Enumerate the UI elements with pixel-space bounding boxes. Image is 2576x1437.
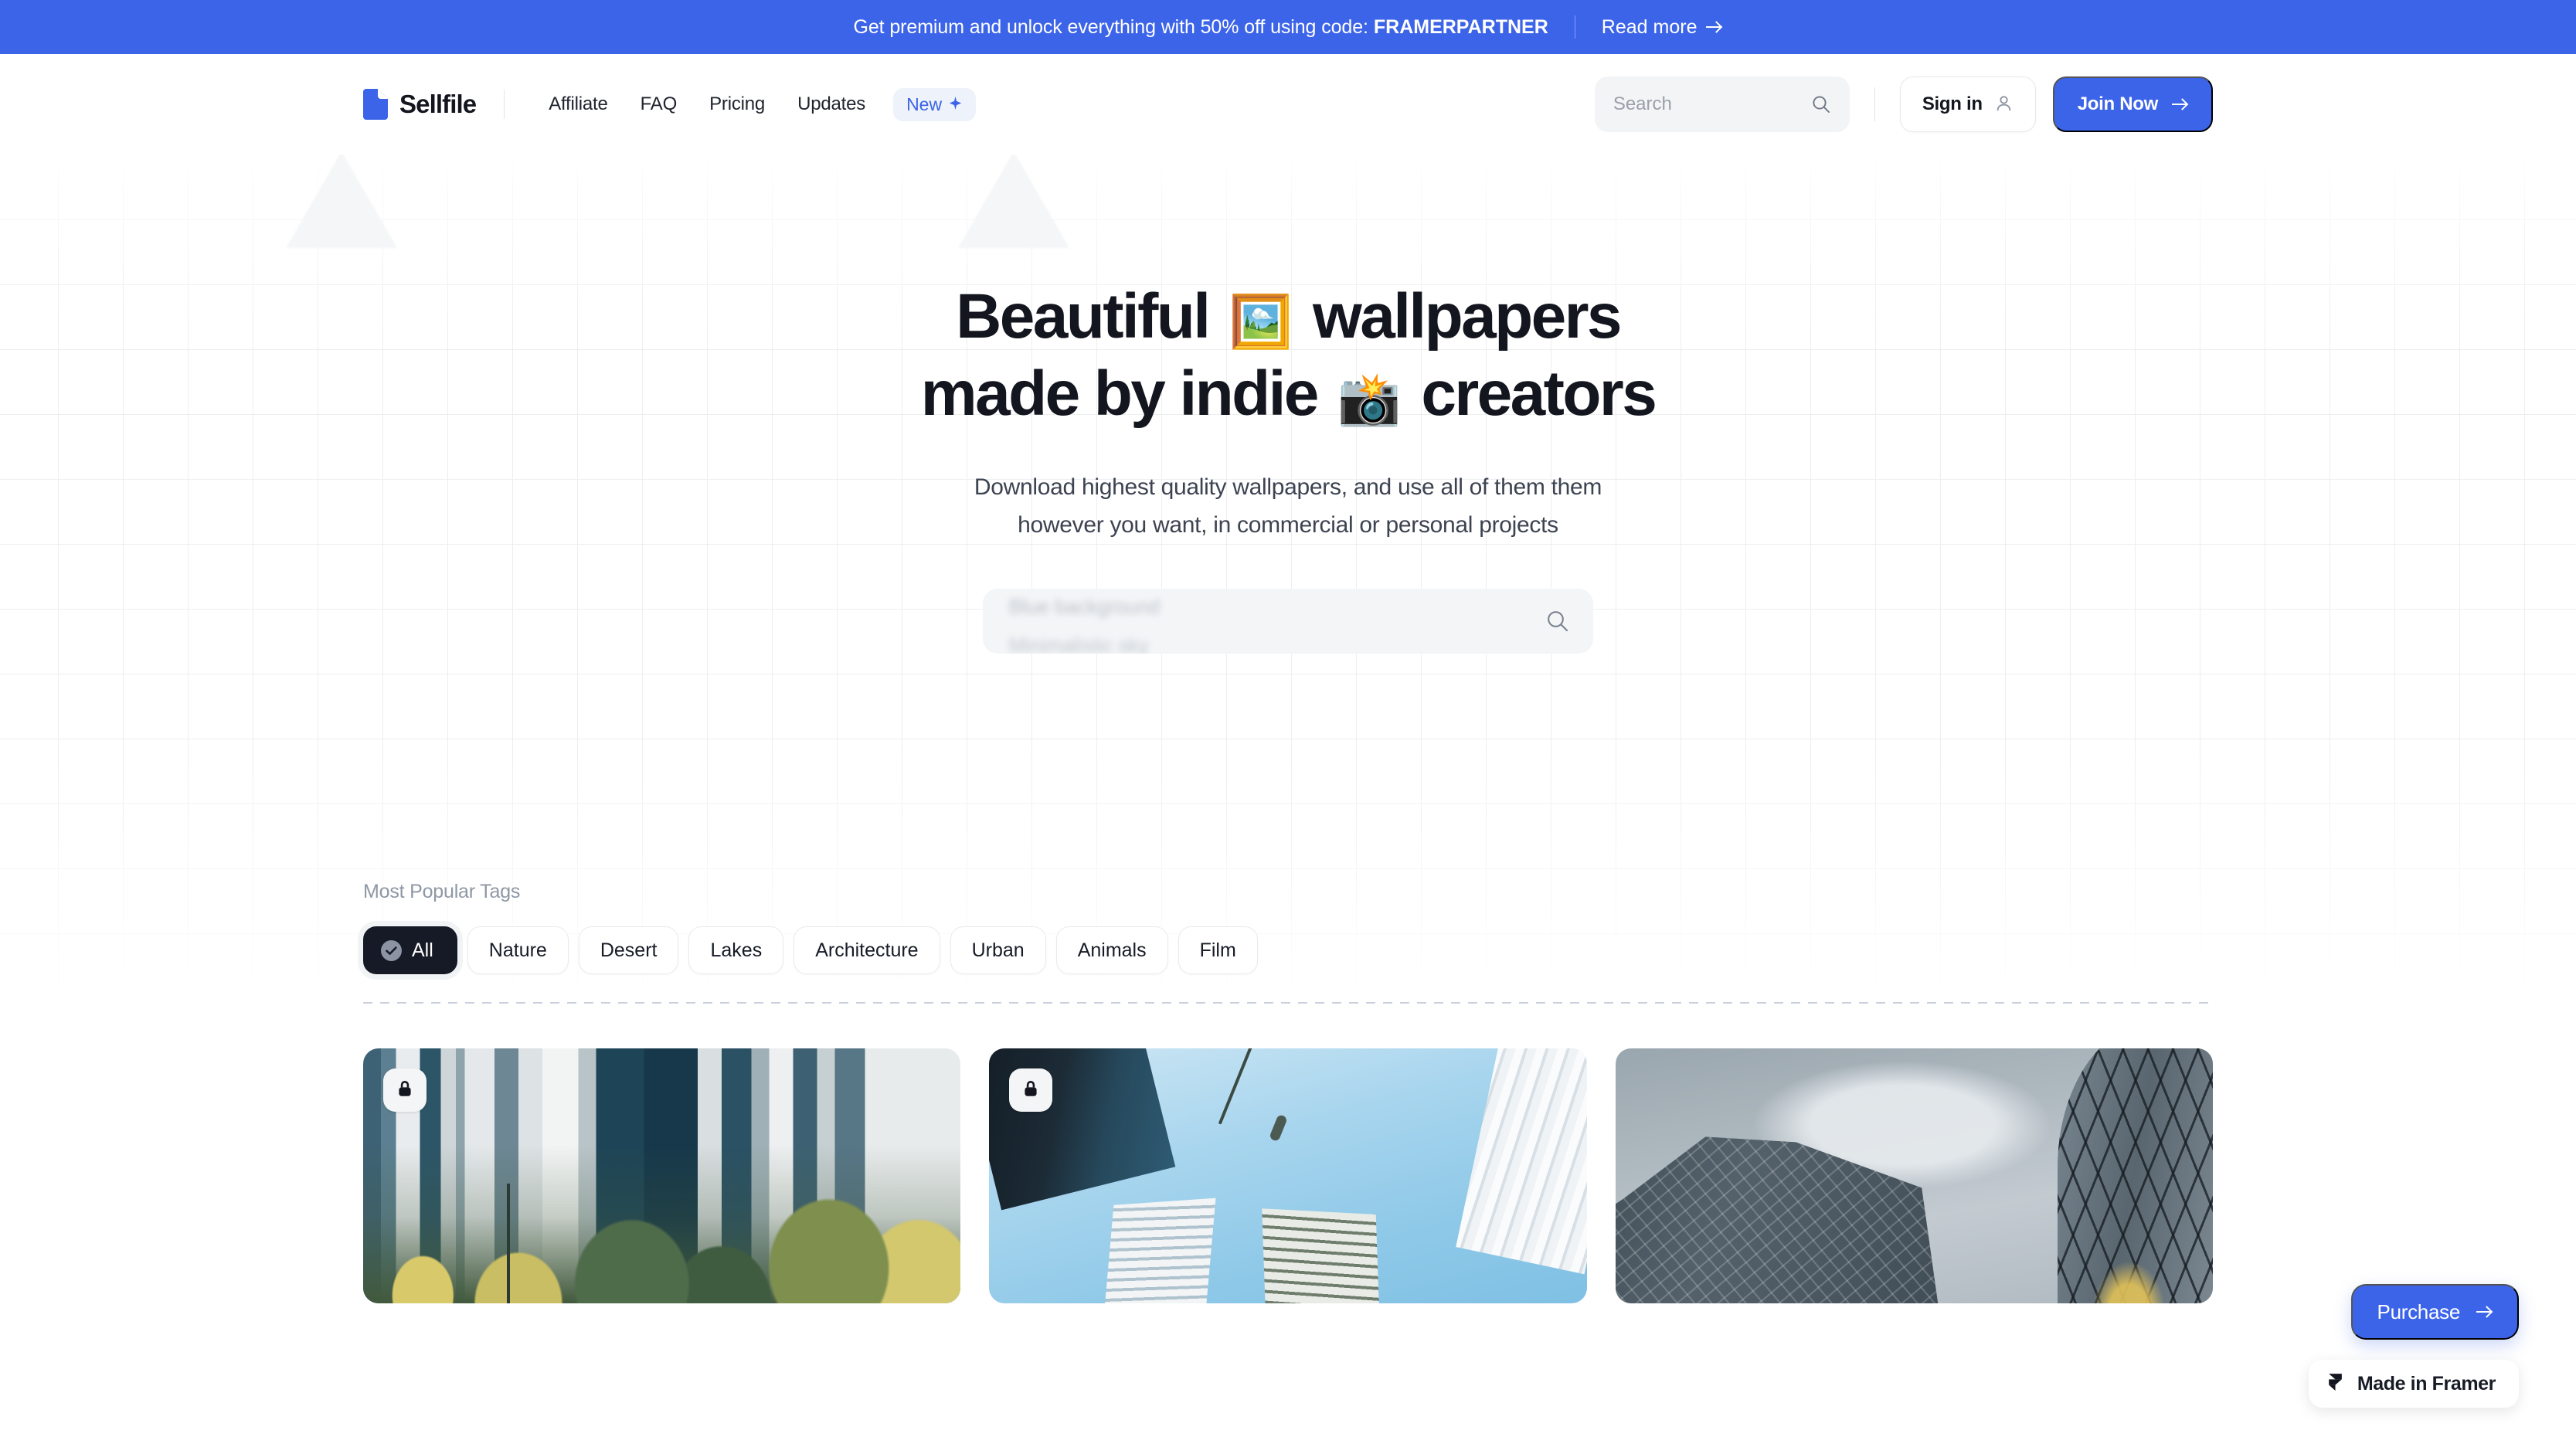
join-now-button[interactable]: Join Now [2052, 76, 2213, 132]
purchase-button[interactable]: Purchase [2350, 1284, 2519, 1340]
tag-chip-nature[interactable]: Nature [467, 926, 569, 974]
made-in-framer-label: Made in Framer [2357, 1372, 2496, 1395]
wallpaper-streetlamp-head [1268, 1113, 1288, 1142]
hero-title-line2: made by indie 📸 creators [920, 358, 1657, 430]
tags-section-label: Most Popular Tags [363, 881, 521, 902]
hero-content: Beautiful 🖼️ wallpapers made by indie 📸 … [0, 155, 2576, 654]
wallpaper-right-building [1456, 1048, 1587, 1274]
camera-flash-emoji-icon: 📸 [1337, 370, 1402, 428]
arrow-right-icon [1705, 19, 1722, 36]
promo-read-more-label: Read more [1601, 15, 1698, 38]
hero-subtitle: Download highest quality wallpapers, and… [0, 469, 2576, 545]
wallpaper-window-glow [2093, 1262, 2166, 1303]
lock-icon [395, 1079, 415, 1102]
purchase-label: Purchase [2377, 1299, 2461, 1323]
promo-banner-code: FRAMERPARTNER [1373, 15, 1548, 38]
hero-search-placeholder-rotator: Blue background Minimalistic sky [1009, 589, 1545, 654]
wallpaper-trees-layer [363, 1145, 961, 1303]
tag-chip-architecture[interactable]: Architecture [794, 926, 940, 974]
arrow-right-icon [2171, 96, 2188, 113]
lock-icon [1021, 1079, 1041, 1102]
brand-logo-group[interactable]: Sellfile [363, 89, 477, 120]
hero-subtitle-line-2: however you want, in commercial or perso… [1018, 511, 1558, 538]
tag-chip-label: All [412, 939, 433, 961]
join-now-label: Join Now [2077, 93, 2159, 114]
tag-chip-urban[interactable]: Urban [950, 926, 1046, 974]
tag-chip-label: Desert [600, 939, 658, 961]
sign-in-label: Sign in [1922, 93, 1983, 114]
tag-chip-label: Architecture [815, 939, 919, 961]
main-navbar: Sellfile Affiliate FAQ Pricing Updates N… [0, 54, 2576, 155]
wallpaper-image-city-park [363, 1048, 961, 1303]
made-in-framer-badge[interactable]: Made in Framer [2308, 1360, 2519, 1408]
tag-chip-label: Lakes [710, 939, 763, 961]
navbar-left-group: Sellfile Affiliate FAQ Pricing Updates N… [363, 87, 977, 121]
hero-search-placeholder-1: Blue background [1009, 594, 1161, 618]
sellfile-file-logo-icon [363, 89, 388, 120]
promo-banner-text: Get premium and unlock everything with 5… [853, 15, 1368, 38]
wallpaper-lamp-post [506, 1183, 510, 1303]
arrow-right-icon [2476, 1303, 2493, 1320]
wallpaper-tower-a [1103, 1198, 1216, 1303]
promo-read-more-link[interactable]: Read more [1602, 16, 1723, 39]
search-icon[interactable] [1545, 609, 1570, 634]
navbar-right-group: Search Sign in Join Now [1594, 76, 2213, 132]
tag-chip-label: Urban [971, 939, 1025, 961]
tag-chip-desert[interactable]: Desert [578, 926, 679, 974]
tag-chip-label: Nature [488, 939, 547, 961]
wallpaper-tower-b [1262, 1208, 1380, 1303]
tag-chip-film[interactable]: Film [1178, 926, 1258, 974]
tag-chip-label: Film [1199, 939, 1236, 961]
hero-search-input[interactable]: Blue background Minimalistic sky [983, 588, 1593, 654]
navbar-right-divider [1874, 87, 1875, 121]
navbar-divider [504, 90, 505, 119]
tags-section: Most Popular Tags All Nature Desert Lake… [0, 881, 2576, 1004]
hero-title-text-3: made by indie [920, 358, 1320, 430]
search-input-placeholder: Search [1613, 93, 1672, 114]
hero-title-line1: Beautiful 🖼️ wallpapers [956, 281, 1622, 352]
nav-link-faq[interactable]: FAQ [624, 93, 693, 115]
user-icon [1994, 93, 2014, 115]
brand-name: Sellfile [399, 90, 477, 118]
sign-in-button[interactable]: Sign in [1899, 76, 2036, 132]
search-icon[interactable] [1811, 94, 1831, 114]
hero-section: Beautiful 🖼️ wallpapers made by indie 📸 … [0, 155, 2576, 1004]
nav-link-pricing[interactable]: Pricing [693, 93, 781, 115]
check-circle-icon [381, 939, 402, 961]
sparkle-icon [948, 94, 963, 115]
wallpaper-streetlamp-arm [1218, 1048, 1253, 1126]
tag-chip-all[interactable]: All [363, 926, 457, 974]
nav-new-badge[interactable]: New [893, 87, 977, 121]
hero-title-text-1: Beautiful [956, 281, 1211, 352]
tags-divider [363, 1002, 2213, 1004]
tag-chip-animals[interactable]: Animals [1055, 926, 1168, 974]
hero-subtitle-line-1: Download highest quality wallpapers, and… [974, 474, 1602, 501]
lock-badge[interactable] [1009, 1068, 1053, 1112]
hero-title-text-2: wallpapers [1313, 281, 1622, 352]
tag-chip-lakes[interactable]: Lakes [688, 926, 784, 974]
wallpaper-card-2[interactable] [989, 1048, 1587, 1303]
promo-banner: Get premium and unlock everything with 5… [0, 0, 2576, 54]
tags-row: All Nature Desert Lakes Architecture Urb… [363, 926, 2213, 974]
framer-logo-icon [2326, 1372, 2345, 1395]
page-title: Beautiful 🖼️ wallpapers made by indie 📸 … [0, 278, 2576, 433]
navbar-links: Affiliate FAQ Pricing Updates New [532, 87, 977, 121]
nav-new-badge-label: New [906, 93, 943, 114]
wallpaper-card-3[interactable] [1615, 1048, 2213, 1303]
wallpaper-image-buildings-sky [989, 1048, 1587, 1303]
wallpaper-card-grid [0, 1048, 2576, 1303]
tag-chip-label: Animals [1077, 939, 1147, 961]
nav-link-updates[interactable]: Updates [781, 93, 882, 115]
hero-search-placeholder-2: Minimalistic sky [1009, 633, 1149, 654]
hero-title-text-4: creators [1421, 358, 1657, 430]
wallpaper-card-1[interactable] [363, 1048, 961, 1303]
framed-picture-emoji-icon: 🖼️ [1229, 293, 1293, 350]
lock-badge[interactable] [383, 1068, 427, 1112]
nav-link-affiliate[interactable]: Affiliate [532, 93, 624, 115]
wallpaper-image-glass-skyscrapers [1615, 1048, 2213, 1303]
search-input[interactable]: Search [1594, 76, 1850, 132]
